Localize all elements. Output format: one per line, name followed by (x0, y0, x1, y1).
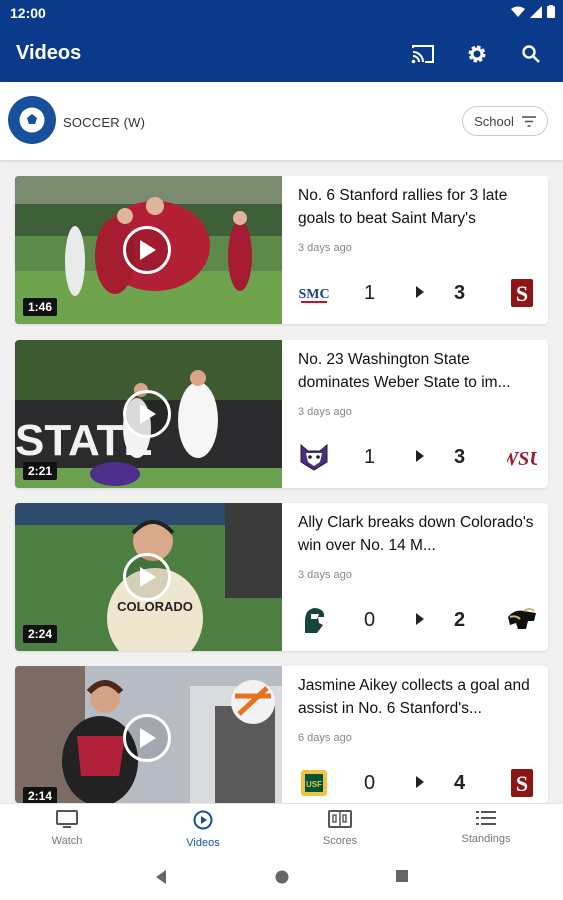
video-thumbnail[interactable]: COLORADO 2:24 (15, 503, 282, 651)
team-logo-text: WSU (507, 448, 537, 470)
video-thumbnail[interactable]: 2:14 (15, 666, 282, 803)
video-age: 3 days ago (298, 406, 352, 418)
video-card[interactable]: 2:14 Jasmine Aikey collects a goal and a… (15, 666, 548, 803)
video-age: 3 days ago (298, 242, 352, 254)
video-info: No. 23 Washington State dominates Weber … (298, 348, 538, 418)
list-icon (476, 811, 496, 825)
home-button[interactable] (274, 869, 290, 890)
home-circle-icon (275, 870, 289, 884)
tab-scores[interactable]: Scores (290, 810, 390, 847)
video-info: Jasmine Aikey collects a goal and assist… (298, 674, 538, 744)
home-score: 4 (454, 772, 466, 794)
tab-videos[interactable]: Videos (153, 810, 253, 849)
video-duration: 1:46 (23, 298, 58, 316)
video-headline[interactable]: Ally Clark breaks down Colorado's win ov… (298, 511, 538, 557)
school-filter-button[interactable]: School (462, 106, 548, 136)
washington-state-logo-icon: WSU (506, 442, 538, 472)
team-logo-text: USF (306, 780, 322, 789)
score-row: SMC 1 3 S (298, 276, 538, 310)
search-icon (522, 45, 540, 63)
sport-header: SOCCER (W) School (0, 82, 563, 160)
status-icons (511, 5, 555, 18)
team-logo-text: S (516, 771, 528, 796)
search-button[interactable] (517, 40, 545, 68)
play-icon (123, 390, 171, 438)
team-logo-text: SMC (298, 287, 329, 302)
school-filter-label: School (474, 113, 514, 129)
recents-button[interactable] (395, 869, 409, 888)
michigan-state-logo-icon (298, 605, 330, 635)
play-icon (123, 226, 171, 274)
team-logo-text: S (516, 281, 528, 306)
sport-name: SOCCER (W) (63, 115, 146, 130)
home-score: 3 (454, 446, 466, 468)
video-card[interactable]: 1:46 No. 6 Stanford rallies for 3 late g… (15, 176, 548, 324)
thumbnail-text: COLORADO (117, 599, 193, 614)
recents-square-icon (396, 870, 408, 882)
back-triangle-icon (156, 870, 166, 884)
video-info: Ally Clark breaks down Colorado's win ov… (298, 511, 538, 581)
colorado-buffalo-logo-icon (506, 605, 538, 635)
status-time: 12:00 (10, 5, 46, 21)
stanford-logo-icon: S (506, 768, 538, 798)
settings-button[interactable] (463, 40, 491, 68)
tab-standings-label: Standings (461, 833, 511, 845)
home-score: 2 (454, 609, 466, 631)
video-age: 6 days ago (298, 732, 352, 744)
away-score: 1 (364, 446, 376, 468)
soccer-ball-icon[interactable] (8, 96, 56, 144)
battery-icon (547, 5, 555, 18)
score-row: 0 2 (298, 603, 538, 637)
video-card[interactable]: COLORADO 2:24 Ally Clark breaks down Col… (15, 503, 548, 651)
video-thumbnail[interactable]: STATE 2:21 (15, 340, 282, 488)
weber-state-logo-icon (298, 442, 330, 472)
video-info: No. 6 Stanford rallies for 3 late goals … (298, 184, 538, 254)
page-title: Videos (16, 42, 82, 64)
tv-icon (56, 810, 78, 828)
tab-watch[interactable]: Watch (17, 810, 117, 847)
cast-icon (411, 45, 434, 64)
video-thumbnail[interactable]: 1:46 (15, 176, 282, 324)
video-headline[interactable]: Jasmine Aikey collects a goal and assist… (298, 674, 538, 720)
filter-icon (521, 115, 536, 127)
play-icon (123, 553, 171, 601)
video-duration: 2:21 (23, 462, 58, 480)
score-row: USF 0 4 S (298, 766, 538, 800)
tab-videos-label: Videos (186, 837, 220, 849)
play-icon (123, 714, 171, 762)
saint-marys-logo-icon: SMC (298, 278, 330, 308)
back-button[interactable] (154, 869, 168, 890)
arrow-right-icon (416, 776, 424, 788)
away-score: 1 (364, 282, 376, 304)
app-bar: Videos (0, 26, 563, 82)
video-headline[interactable]: No. 6 Stanford rallies for 3 late goals … (298, 184, 538, 230)
system-navigation-bar (0, 855, 563, 900)
away-score: 0 (364, 772, 376, 794)
home-score: 3 (454, 282, 466, 304)
video-card[interactable]: STATE 2:21 No. 23 Washington State domin… (15, 340, 548, 488)
signal-icon (530, 5, 542, 18)
stanford-logo-icon: S (506, 278, 538, 308)
tab-standings[interactable]: Standings (436, 810, 536, 845)
app-bar-actions (409, 40, 545, 68)
gear-icon (468, 45, 486, 63)
video-age: 3 days ago (298, 569, 352, 581)
video-duration: 2:24 (23, 625, 58, 643)
away-score: 0 (364, 609, 376, 631)
video-headline[interactable]: No. 23 Washington State dominates Weber … (298, 348, 538, 394)
tab-watch-label: Watch (51, 835, 83, 847)
video-duration: 2:14 (23, 787, 58, 803)
tab-scores-label: Scores (322, 835, 358, 847)
status-bar: 12:00 (0, 0, 563, 26)
arrow-right-icon (416, 286, 424, 298)
arrow-right-icon (416, 613, 424, 625)
scoreboard-icon (328, 810, 352, 828)
cast-button[interactable] (409, 40, 437, 68)
score-row: 1 3 WSU (298, 440, 538, 474)
bottom-navigation: Watch Videos Scores Standings (0, 803, 563, 856)
arrow-right-icon (416, 450, 424, 462)
wifi-icon (511, 6, 525, 17)
play-circle-icon (193, 810, 213, 830)
san-francisco-logo-icon: USF (298, 768, 330, 798)
